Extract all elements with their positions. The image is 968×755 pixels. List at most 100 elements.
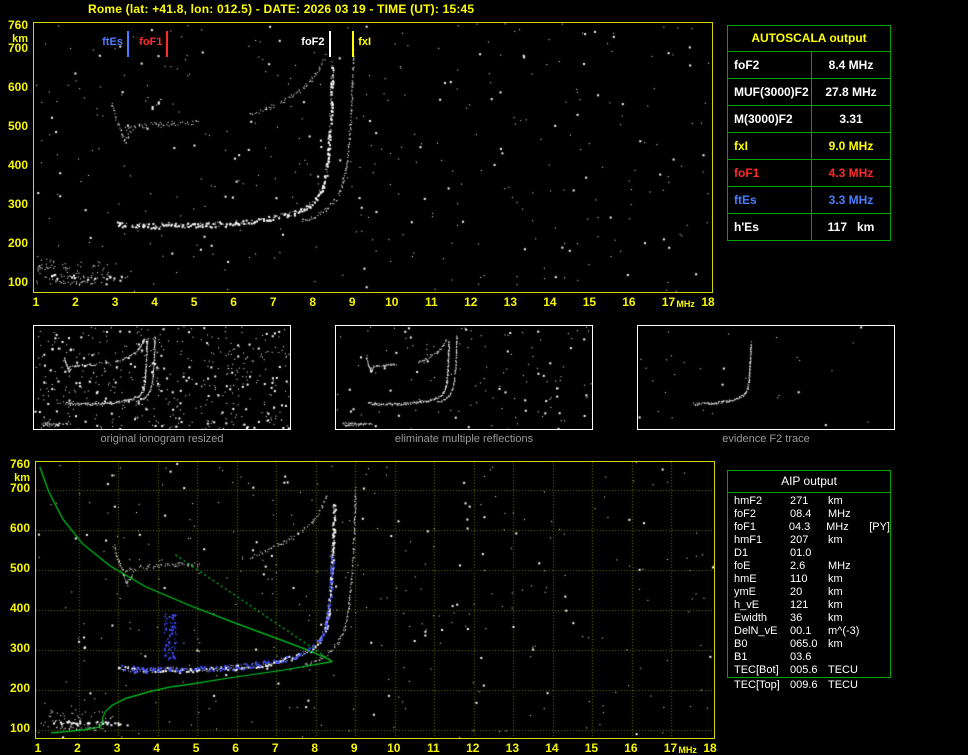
top-ionogram-plot: ftEsfoF1foF2fxI bbox=[33, 22, 713, 293]
y-tick-label: 600 bbox=[0, 81, 28, 94]
param-name: DelN_vE bbox=[734, 625, 790, 638]
y-tick-label: 760 bbox=[2, 458, 30, 471]
param-value: 08.4 bbox=[790, 508, 828, 521]
autoscala-app-screen: Rome (lat: +41.8, lon: 012.5) - DATE: 20… bbox=[0, 0, 968, 755]
table-row: M(3000)F2 3.31 bbox=[728, 105, 890, 132]
x-tick-label: 7 bbox=[272, 742, 279, 754]
x-tick-label: 12 bbox=[464, 296, 477, 308]
table-row: h'Es 117 km bbox=[728, 213, 890, 240]
km-unit-label: km bbox=[2, 472, 30, 484]
x-tick-label: 14 bbox=[545, 742, 558, 754]
table-row: D101.0 bbox=[728, 547, 890, 560]
x-tick-label: 4 bbox=[151, 296, 158, 308]
x-tick-label: 3 bbox=[112, 296, 119, 308]
param-unit bbox=[828, 651, 872, 664]
table-row: foE2.6MHz bbox=[728, 560, 890, 573]
x-tick-label: 15 bbox=[583, 296, 596, 308]
station-date-time-title: Rome (lat: +41.8, lon: 012.5) - DATE: 20… bbox=[88, 2, 474, 16]
param-name: foF1 bbox=[728, 160, 812, 186]
param-name: Ewidth bbox=[734, 612, 790, 625]
mhz-unit-label: MHz bbox=[676, 300, 695, 309]
x-tick-label: 9 bbox=[351, 742, 358, 754]
frequency-marker-layer: ftEsfoF1foF2fxI bbox=[34, 23, 712, 292]
x-tick-label: 3 bbox=[114, 742, 121, 754]
x-tick-label: 6 bbox=[230, 296, 237, 308]
param-unit: km bbox=[828, 586, 872, 599]
marker-label-fxi: fxI bbox=[358, 36, 371, 48]
x-tick-label: 7 bbox=[270, 296, 277, 308]
param-name: foE bbox=[734, 560, 790, 573]
x-tick-label: 6 bbox=[232, 742, 239, 754]
x-tick-label: 17 bbox=[664, 742, 677, 754]
x-tick-label: 13 bbox=[504, 296, 517, 308]
x-tick-label: 17 bbox=[662, 296, 675, 308]
param-name: B0 bbox=[734, 638, 790, 651]
param-value: 04.3 bbox=[789, 521, 826, 534]
param-unit bbox=[828, 547, 872, 560]
param-value: 110 bbox=[790, 573, 828, 586]
y-tick-label: 100 bbox=[0, 276, 28, 289]
km-unit-label: km bbox=[0, 33, 28, 45]
x-tick-label: 4 bbox=[153, 742, 160, 754]
x-tick-label: 11 bbox=[427, 742, 440, 754]
thumbnail-caption: original ionogram resized bbox=[33, 433, 291, 445]
table-row: B0065.0km bbox=[728, 638, 890, 651]
x-tick-label: 15 bbox=[585, 742, 598, 754]
param-name: hmF1 bbox=[734, 534, 790, 547]
table-row: ftEs 3.3 MHz bbox=[728, 186, 890, 213]
y-tick-label: 760 bbox=[0, 19, 28, 32]
param-unit: MHz bbox=[826, 521, 869, 534]
thumbnail-caption: eliminate multiple reflections bbox=[335, 433, 593, 445]
param-value: 2.6 bbox=[790, 560, 828, 573]
table-row: foF2 8.4 MHz bbox=[728, 51, 890, 78]
x-tick-label: 16 bbox=[624, 742, 637, 754]
param-name: h'Es bbox=[728, 214, 812, 240]
param-unit: m^(-3) bbox=[828, 625, 872, 638]
x-tick-label: 10 bbox=[385, 296, 398, 308]
param-value: 207 bbox=[790, 534, 828, 547]
autoscala-table-title: AUTOSCALA output bbox=[728, 26, 890, 51]
param-unit: MHz bbox=[828, 560, 872, 573]
param-value: 3.31 bbox=[812, 106, 890, 132]
table-row: foF208.4MHz bbox=[728, 508, 890, 521]
param-unit: TECU bbox=[828, 664, 872, 677]
thumbnail-canvas bbox=[638, 326, 894, 429]
x-tick-label: 5 bbox=[191, 296, 198, 308]
param-name: foF2 bbox=[728, 52, 812, 78]
param-name: MUF(3000)F2 bbox=[728, 79, 812, 105]
x-tick-label: 11 bbox=[425, 296, 438, 308]
param-name: ftEs bbox=[728, 187, 812, 213]
autoscala-output-table: AUTOSCALA output foF2 8.4 MHz MUF(3000)F… bbox=[727, 25, 891, 241]
x-tick-label: 14 bbox=[543, 296, 556, 308]
aip-parameter-list: hmF2271kmfoF208.4MHzfoF104.3MHz[PY]hmF12… bbox=[728, 493, 890, 677]
param-name: foF2 bbox=[734, 508, 790, 521]
x-tick-label: 8 bbox=[311, 742, 318, 754]
param-value: 3.3 MHz bbox=[812, 187, 890, 213]
param-value: 27.8 MHz bbox=[812, 79, 890, 105]
thumbnail-canvas bbox=[336, 326, 592, 429]
table-row: MUF(3000)F2 27.8 MHz bbox=[728, 78, 890, 105]
param-unit: km bbox=[828, 495, 872, 508]
table-row: foF1 4.3 MHz bbox=[728, 159, 890, 186]
table-row: h_vE121km bbox=[728, 599, 890, 612]
table-row: Ewidth36km bbox=[728, 612, 890, 625]
thumbnail-canvas bbox=[34, 326, 290, 429]
param-value: 9.0 MHz bbox=[812, 133, 890, 159]
param-value: 005.6 bbox=[790, 664, 828, 677]
y-tick-label: 300 bbox=[2, 642, 30, 655]
param-value: 121 bbox=[790, 599, 828, 612]
thumbnail-multiple-reflections-removed bbox=[335, 325, 593, 430]
param-value: 4.3 MHz bbox=[812, 160, 890, 186]
table-row: hmE110km bbox=[728, 573, 890, 586]
param-value: 03.6 bbox=[790, 651, 828, 664]
marker-line-fof2-icon bbox=[329, 31, 331, 57]
marker-line-fof1-icon bbox=[166, 31, 168, 57]
param-unit: TECU bbox=[828, 679, 872, 692]
param-name: hmF2 bbox=[734, 495, 790, 508]
x-tick-label: 8 bbox=[309, 296, 316, 308]
mhz-unit-label: MHz bbox=[678, 746, 697, 755]
y-tick-label: 300 bbox=[0, 198, 28, 211]
y-tick-label: 200 bbox=[0, 237, 28, 250]
param-value: 271 bbox=[790, 495, 828, 508]
thumbnail-caption: evidence F2 trace bbox=[637, 433, 895, 445]
